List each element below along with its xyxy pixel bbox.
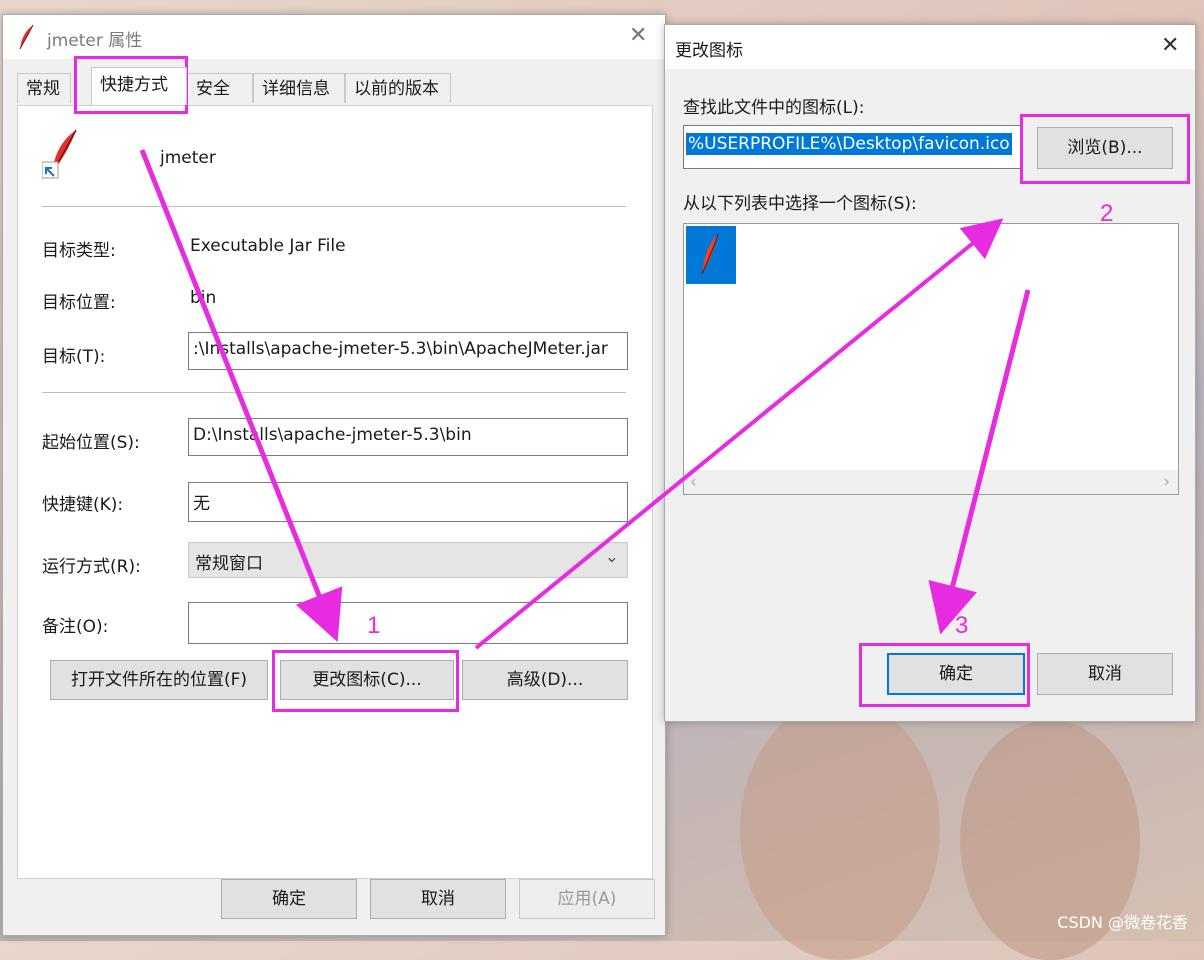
step-1-label: 1 bbox=[367, 612, 381, 639]
highlight-browse bbox=[1020, 114, 1190, 184]
comment-input[interactable] bbox=[188, 602, 628, 644]
target-input[interactable]: :\Installs\apache-jmeter-5.3\bin\ApacheJ… bbox=[188, 332, 628, 370]
tab-shortcut[interactable]: 快捷方式 bbox=[91, 67, 187, 105]
feather-icon bbox=[19, 24, 34, 50]
target-location-label: 目标位置: bbox=[42, 293, 116, 313]
cancel-button[interactable]: 取消 bbox=[370, 879, 506, 919]
highlight-ok bbox=[859, 643, 1030, 707]
scroll-right-icon[interactable]: › bbox=[1163, 472, 1170, 492]
change-icon-titlebar: 更改图标 ✕ bbox=[665, 25, 1195, 69]
chevron-down-icon: ⌄ bbox=[604, 547, 619, 567]
step-3-label: 3 bbox=[955, 612, 969, 639]
feather-icon bbox=[701, 233, 719, 275]
properties-titlebar: jmeter 属性 ✕ bbox=[3, 15, 665, 59]
shortcut-app-icon bbox=[42, 129, 77, 179]
open-file-location-button[interactable]: 打开文件所在的位置(F) bbox=[50, 660, 268, 700]
step-2-label: 2 bbox=[1100, 200, 1114, 227]
change-icon-title: 更改图标 bbox=[675, 41, 743, 61]
icon-list-label: 从以下列表中选择一个图标(S): bbox=[683, 194, 917, 214]
shortcut-panel: jmeter 目标类型: Executable Jar File 目标位置: b… bbox=[17, 105, 653, 879]
apply-button[interactable]: 应用(A) bbox=[519, 879, 655, 919]
run-select-value: 常规窗口 bbox=[195, 554, 263, 574]
close-icon[interactable]: ✕ bbox=[1161, 33, 1179, 58]
tab-general[interactable]: 常规 bbox=[17, 73, 71, 103]
scroll-left-icon[interactable]: ‹ bbox=[690, 472, 697, 492]
start-in-input[interactable]: D:\Installs\apache-jmeter-5.3\bin bbox=[188, 418, 628, 456]
close-icon[interactable]: ✕ bbox=[629, 23, 647, 48]
divider bbox=[42, 206, 626, 207]
horizontal-scrollbar[interactable]: ‹ › bbox=[684, 470, 1178, 494]
comment-label: 备注(O): bbox=[42, 617, 109, 637]
shortcut-name: jmeter bbox=[160, 148, 216, 168]
hotkey-label: 快捷键(K): bbox=[42, 495, 124, 515]
advanced-button[interactable]: 高级(D)... bbox=[462, 660, 628, 700]
target-location-value: bin bbox=[190, 288, 217, 308]
icon-list[interactable]: ‹ › bbox=[683, 223, 1179, 495]
properties-title: jmeter 属性 bbox=[47, 31, 143, 51]
run-label: 运行方式(R): bbox=[42, 557, 141, 577]
icon-path-input[interactable]: %USERPROFILE%\Desktop\favicon.ico bbox=[683, 125, 1021, 169]
properties-dialog: jmeter 属性 ✕ 常规 快捷方式 安全 详细信息 以前的版本 jmeter… bbox=[2, 14, 666, 936]
run-select[interactable]: 常规窗口 ⌄ bbox=[188, 542, 628, 578]
highlight-change-icon bbox=[272, 650, 459, 712]
tab-previous-versions[interactable]: 以前的版本 bbox=[345, 73, 451, 103]
find-icons-label: 查找此文件中的图标(L): bbox=[683, 98, 865, 118]
cancel-button[interactable]: 取消 bbox=[1037, 653, 1173, 695]
tab-security[interactable]: 安全 bbox=[187, 73, 253, 103]
target-type-label: 目标类型: bbox=[42, 241, 116, 261]
target-label: 目标(T): bbox=[42, 347, 106, 367]
icon-path-value: %USERPROFILE%\Desktop\favicon.ico bbox=[686, 133, 1012, 155]
tab-details[interactable]: 详细信息 bbox=[253, 73, 345, 103]
icon-list-item[interactable] bbox=[686, 226, 736, 284]
start-in-label: 起始位置(S): bbox=[42, 433, 140, 453]
background-wallpaper-shape bbox=[740, 700, 940, 960]
target-type-value: Executable Jar File bbox=[190, 236, 346, 256]
hotkey-input[interactable]: 无 bbox=[188, 482, 628, 522]
ok-button[interactable]: 确定 bbox=[221, 879, 357, 919]
divider-2 bbox=[42, 392, 626, 393]
watermark: CSDN @微卷花香 bbox=[1057, 913, 1188, 932]
